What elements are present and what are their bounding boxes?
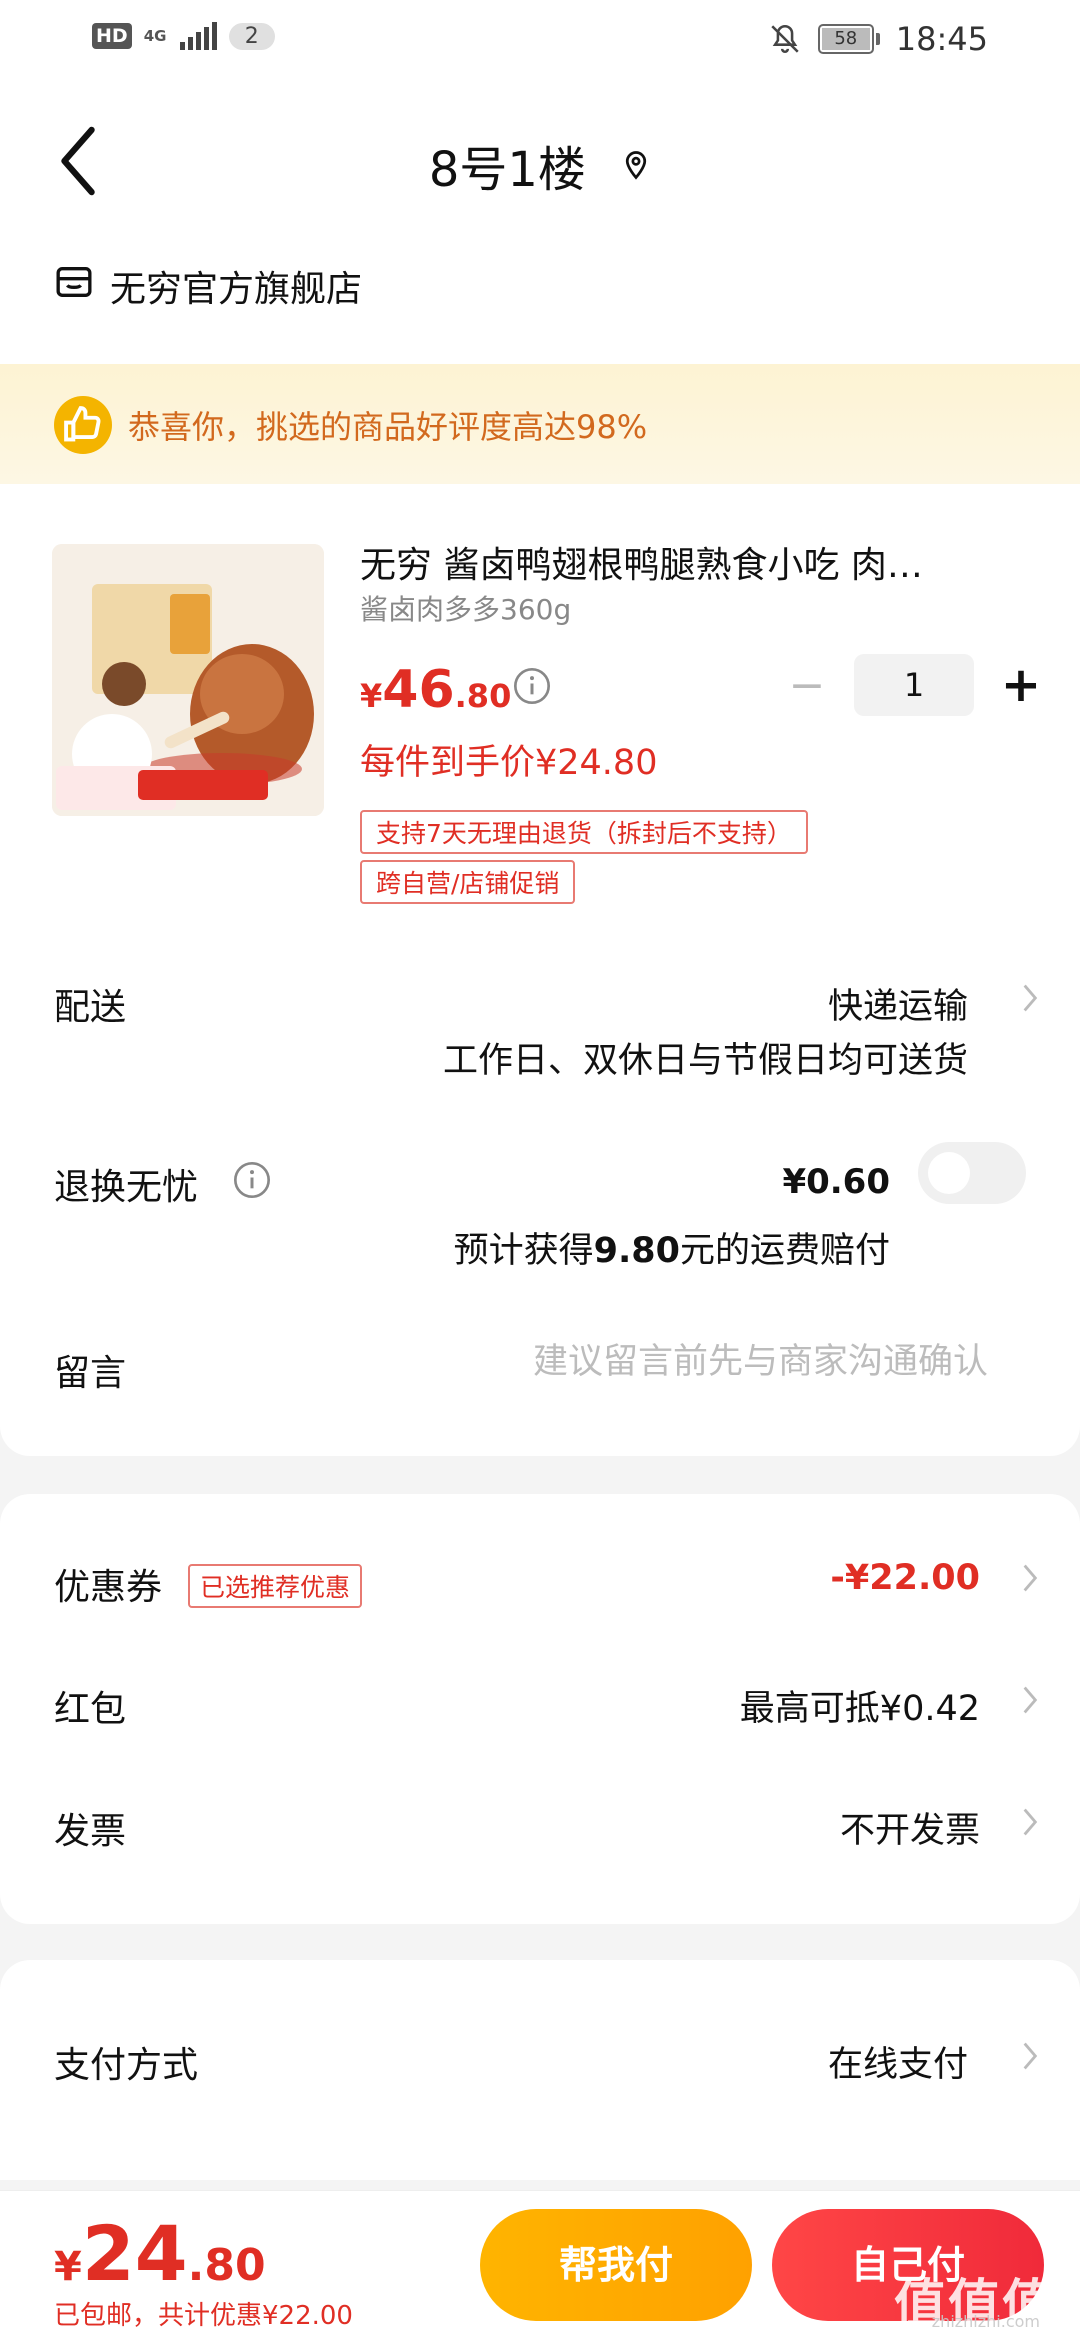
redpacket-value[interactable]: 最高可抵¥0.42 xyxy=(740,1680,980,1731)
chevron-right-icon[interactable] xyxy=(1020,1562,1040,1594)
refund-desc-suffix: 元的运费赔付 xyxy=(679,1231,890,1271)
product-image[interactable] xyxy=(52,544,324,816)
store-row[interactable]: 无穷官方旗舰店 xyxy=(0,236,1080,364)
net-price: 每件到手价¥24.80 xyxy=(360,743,658,783)
price-currency: ¥ xyxy=(360,677,383,715)
thumbs-up-icon xyxy=(54,396,112,454)
status-bar: HD 4G 2 58 18:45 xyxy=(0,0,1080,86)
refund-price: ¥0.60 xyxy=(782,1162,890,1202)
invoice-label: 发票 xyxy=(54,1811,127,1852)
delivery-desc: 工作日、双休日与节假日均可送货 xyxy=(442,1041,968,1081)
refund-desc-prefix: 预计获得 xyxy=(453,1231,594,1271)
redpacket-label: 红包 xyxy=(54,1689,127,1730)
page-title[interactable]: 8号1楼 xyxy=(0,130,1080,200)
price-int: 46 xyxy=(382,660,455,720)
status-right: 58 18:45 xyxy=(768,20,988,58)
invoice-value[interactable]: 不开发票 xyxy=(840,1802,980,1853)
toggle-knob xyxy=(928,1152,970,1194)
notification-count: 2 xyxy=(228,22,275,50)
quantity-value[interactable]: 1 xyxy=(854,654,974,716)
clock: 18:45 xyxy=(895,20,988,58)
return-policy-tag: 支持7天无理由退货（拆封后不支持） xyxy=(360,810,808,854)
chevron-right-icon[interactable] xyxy=(1020,1806,1040,1838)
watermark-url: zhizhizhi.com xyxy=(931,2312,1040,2331)
decrease-button[interactable]: − xyxy=(780,660,834,711)
page-header: 8号1楼 xyxy=(0,86,1080,236)
status-left: HD 4G 2 xyxy=(92,22,275,50)
refund-desc: 预计获得9.80元的运费赔付 xyxy=(454,1222,890,1273)
delivery-method[interactable]: 快递运输 xyxy=(828,978,968,1029)
delivery-label: 配送 xyxy=(54,987,127,1028)
product-spec: 酱卤肉多多360g xyxy=(360,593,572,626)
mute-bell-icon xyxy=(771,24,799,53)
signal-icon xyxy=(179,22,217,50)
total-dec: .80 xyxy=(187,2240,266,2291)
order-card: 无穷 酱卤鸭翅根鸭腿熟食小吃 肉… 酱卤肉多多360g ¥46.80 − 1 +… xyxy=(0,484,1080,1456)
rating-banner: 恭喜你，挑选的商品好评度高达98% xyxy=(0,364,1080,484)
product-title[interactable]: 无穷 酱卤鸭翅根鸭腿熟食小吃 肉… xyxy=(360,536,980,588)
coupon-value[interactable]: -¥22.00 xyxy=(830,1558,980,1598)
rating-text: 恭喜你，挑选的商品好评度高达98% xyxy=(128,408,648,446)
price-dec: .80 xyxy=(454,677,512,715)
coupon-label: 优惠券 xyxy=(54,1567,163,1608)
total-summary: 已包邮，共计优惠¥22.00 xyxy=(54,2301,353,2331)
payment-card: 支付方式 在线支付 xyxy=(0,1960,1080,2180)
message-input[interactable] xyxy=(388,1342,988,1382)
store-name: 无穷官方旗舰店 xyxy=(110,269,363,310)
location-pin-icon xyxy=(626,151,647,180)
total-currency: ¥ xyxy=(54,2244,82,2290)
refund-desc-amount: 9.80 xyxy=(593,1231,680,1271)
payment-value[interactable]: 在线支付 xyxy=(828,2036,968,2087)
refund-label: 退换无忧 xyxy=(54,1167,199,1208)
help-pay-button[interactable]: 帮我付 xyxy=(480,2209,752,2321)
total-price: ¥24.80 xyxy=(54,2209,266,2298)
address-title: 8号1楼 xyxy=(428,142,586,198)
increase-button[interactable]: + xyxy=(994,657,1048,713)
total-int: 24 xyxy=(81,2209,188,2298)
battery-icon: 58 xyxy=(817,24,880,54)
coupon-tag: 已选推荐优惠 xyxy=(188,1564,363,1608)
battery-level: 58 xyxy=(821,28,870,50)
hd-icon: HD xyxy=(92,23,132,49)
message-label: 留言 xyxy=(54,1353,127,1394)
chevron-right-icon[interactable] xyxy=(1020,2040,1040,2072)
chevron-right-icon[interactable] xyxy=(1020,982,1040,1014)
refund-toggle[interactable] xyxy=(918,1142,1026,1204)
product-price: ¥46.80 xyxy=(360,660,511,720)
payment-label: 支付方式 xyxy=(54,2045,199,2086)
refund-info-icon[interactable] xyxy=(232,1160,272,1200)
network-type: 4G xyxy=(143,27,167,45)
store-icon xyxy=(56,267,92,297)
quantity-stepper: − 1 + xyxy=(780,654,1048,716)
price-info-icon[interactable] xyxy=(512,666,552,706)
discount-card: 优惠券 已选推荐优惠 -¥22.00 红包 最高可抵¥0.42 发票 不开发票 xyxy=(0,1494,1080,1924)
chevron-right-icon[interactable] xyxy=(1020,1684,1040,1716)
promotion-tag: 跨自营/店铺促销 xyxy=(360,860,576,904)
